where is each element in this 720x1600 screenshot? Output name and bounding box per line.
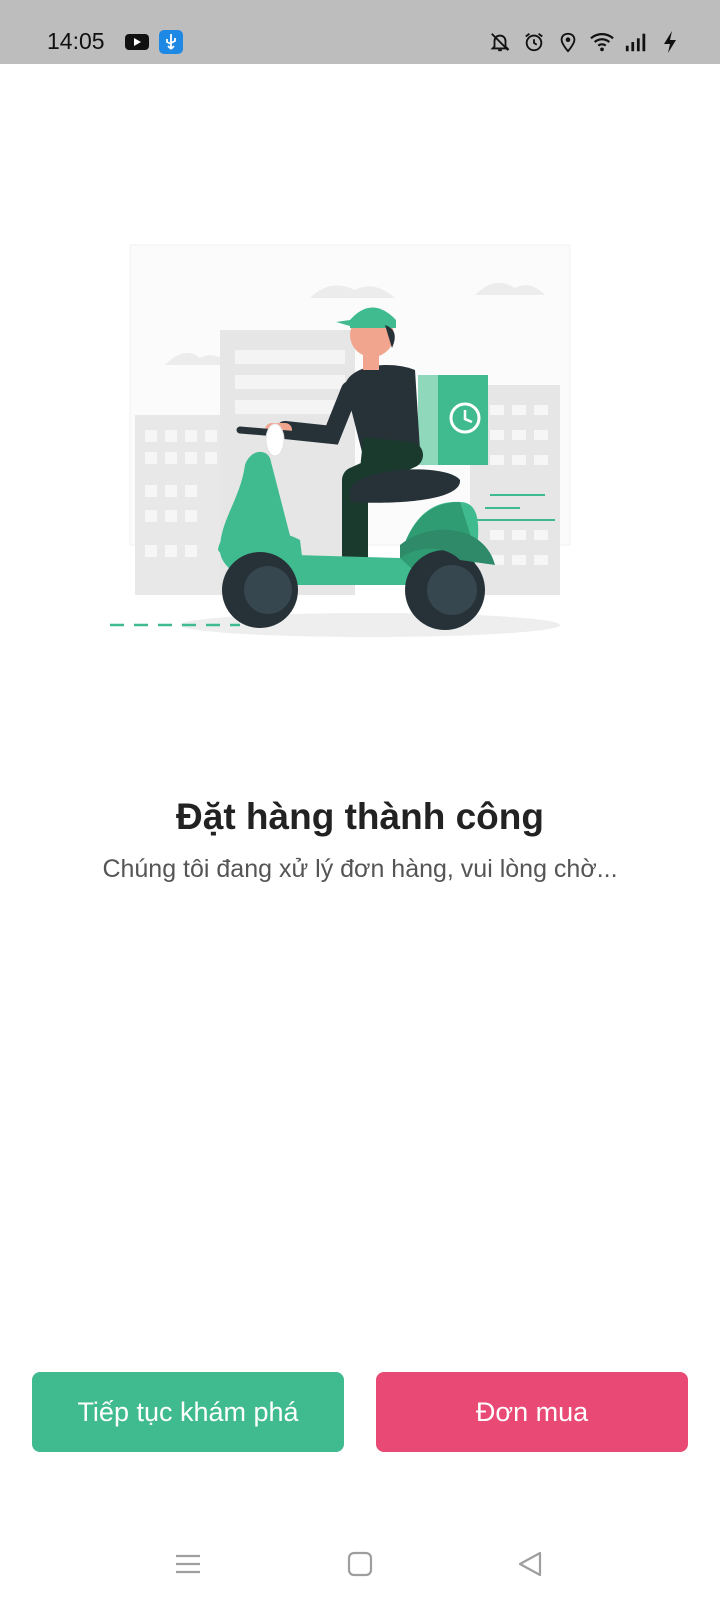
- wifi-icon: [590, 30, 614, 54]
- success-subtitle: Chúng tôi đang xử lý đơn hàng, vui lòng …: [102, 855, 618, 883]
- alarm-icon: [522, 30, 546, 54]
- status-bar: 14:05: [0, 0, 720, 64]
- continue-exploring-button[interactable]: Tiếp tục khám phá: [32, 1372, 344, 1452]
- usb-icon: [159, 30, 183, 54]
- navigation-bar: [0, 1520, 720, 1600]
- signal-icon: [624, 30, 648, 54]
- menu-icon[interactable]: [168, 1544, 208, 1584]
- back-icon[interactable]: [510, 1544, 550, 1584]
- charging-icon: [658, 30, 682, 54]
- home-icon[interactable]: [340, 1544, 380, 1584]
- bell-off-icon: [488, 30, 512, 54]
- success-title: Đặt hàng thành công: [176, 796, 544, 837]
- orders-button[interactable]: Đơn mua: [376, 1372, 688, 1452]
- delivery-scooter-illustration: [100, 240, 620, 660]
- youtube-icon: [125, 30, 149, 54]
- location-icon: [556, 30, 580, 54]
- status-time: 14:05: [47, 28, 105, 54]
